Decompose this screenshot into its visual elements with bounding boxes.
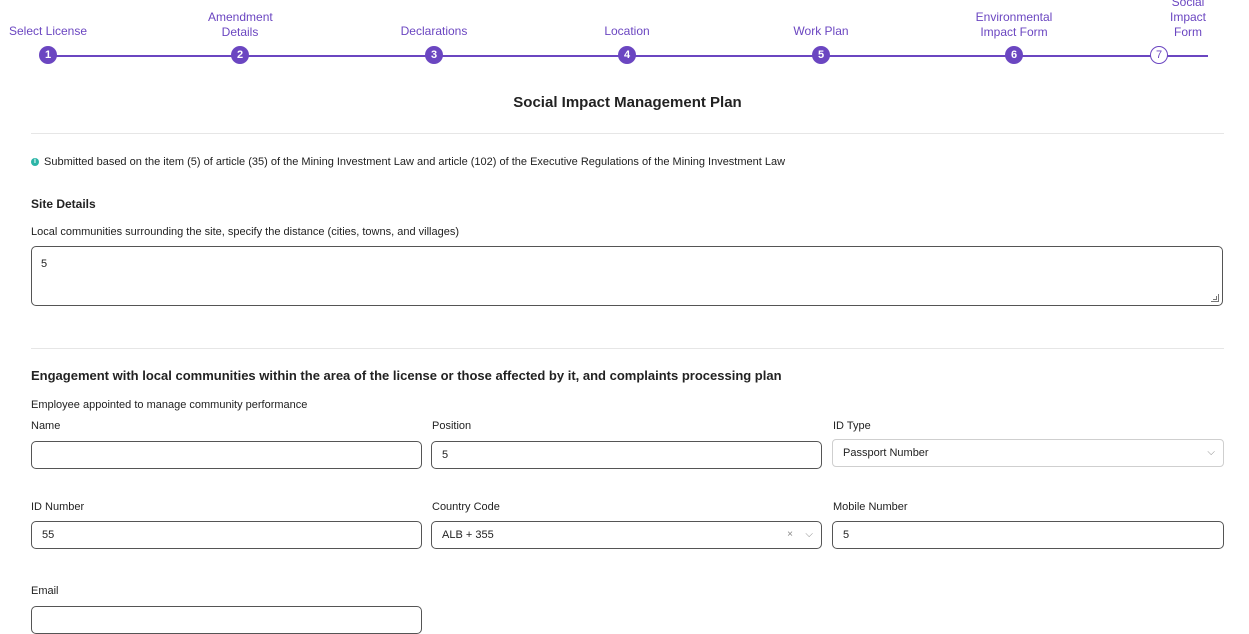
step-label: Work Plan — [793, 24, 849, 38]
id-number-label: ID Number — [31, 501, 85, 513]
communities-label: Local communities surrounding the site, … — [31, 226, 459, 238]
communities-textarea[interactable]: 5 — [31, 246, 1223, 306]
country-code-value: ALB + 355 — [442, 529, 494, 541]
info-note: i Submitted based on the item (5) of art… — [31, 156, 785, 168]
step-work-plan[interactable]: Work Plan 5 — [761, 0, 881, 64]
step-social-impact-form[interactable]: Social Impact Form 7 — [1138, 0, 1238, 64]
site-details-heading: Site Details — [31, 197, 96, 211]
step-amendment-details[interactable]: Amendment Details 2 — [180, 0, 300, 64]
progress-stepper: Select License 1 Amendment Details 2 Dec… — [0, 0, 1249, 72]
step-label: Social Impact Form — [1169, 0, 1206, 39]
page-title: Social Impact Management Plan — [513, 94, 742, 111]
email-field[interactable] — [31, 606, 422, 634]
info-note-text: Submitted based on the item (5) of artic… — [44, 156, 786, 168]
step-location[interactable]: Location 4 — [567, 0, 687, 64]
country-code-select[interactable]: ALB + 355 × ⌵ — [431, 521, 822, 549]
step-number: 3 — [425, 46, 443, 64]
step-declarations[interactable]: Declarations 3 — [374, 0, 494, 64]
step-number: 1 — [39, 46, 57, 64]
step-label: Location — [604, 24, 650, 38]
step-environmental-impact-form[interactable]: Environmental Impact Form 6 — [954, 0, 1074, 64]
engagement-heading: Engagement with local communities within… — [31, 368, 782, 383]
info-icon: i — [31, 158, 39, 166]
id-type-value: Passport Number — [843, 447, 929, 459]
name-label: Name — [31, 420, 61, 432]
divider — [31, 133, 1224, 134]
mobile-number-field[interactable]: 5 — [832, 521, 1224, 549]
mobile-number-label: Mobile Number — [833, 501, 908, 513]
email-label: Email — [31, 585, 59, 597]
id-type-select[interactable]: Passport Number ⌵ — [832, 439, 1224, 467]
chevron-down-icon[interactable]: ⌵ — [1207, 440, 1215, 466]
resize-handle-icon[interactable] — [1211, 294, 1219, 302]
country-code-label: Country Code — [432, 501, 500, 513]
divider — [31, 348, 1224, 349]
step-label: Amendment Details — [208, 10, 273, 39]
clear-icon[interactable]: × — [787, 522, 793, 548]
step-label: Declarations — [400, 24, 468, 38]
step-number: 2 — [231, 46, 249, 64]
name-field[interactable] — [31, 441, 422, 469]
step-label: Select License — [8, 24, 88, 38]
position-field[interactable]: 5 — [431, 441, 822, 469]
communities-value: 5 — [41, 258, 48, 270]
step-number: 5 — [812, 46, 830, 64]
step-number: 6 — [1005, 46, 1023, 64]
step-label: Environmental Impact Form — [975, 10, 1053, 39]
position-label: Position — [432, 420, 472, 432]
step-number: 4 — [618, 46, 636, 64]
id-number-field[interactable]: 55 — [31, 521, 422, 549]
chevron-down-icon[interactable]: ⌵ — [805, 522, 813, 548]
id-type-label: ID Type — [833, 420, 871, 432]
employee-subheading: Employee appointed to manage community p… — [31, 399, 308, 411]
step-select-license[interactable]: Select License 1 — [0, 0, 108, 64]
step-number: 7 — [1150, 46, 1168, 64]
